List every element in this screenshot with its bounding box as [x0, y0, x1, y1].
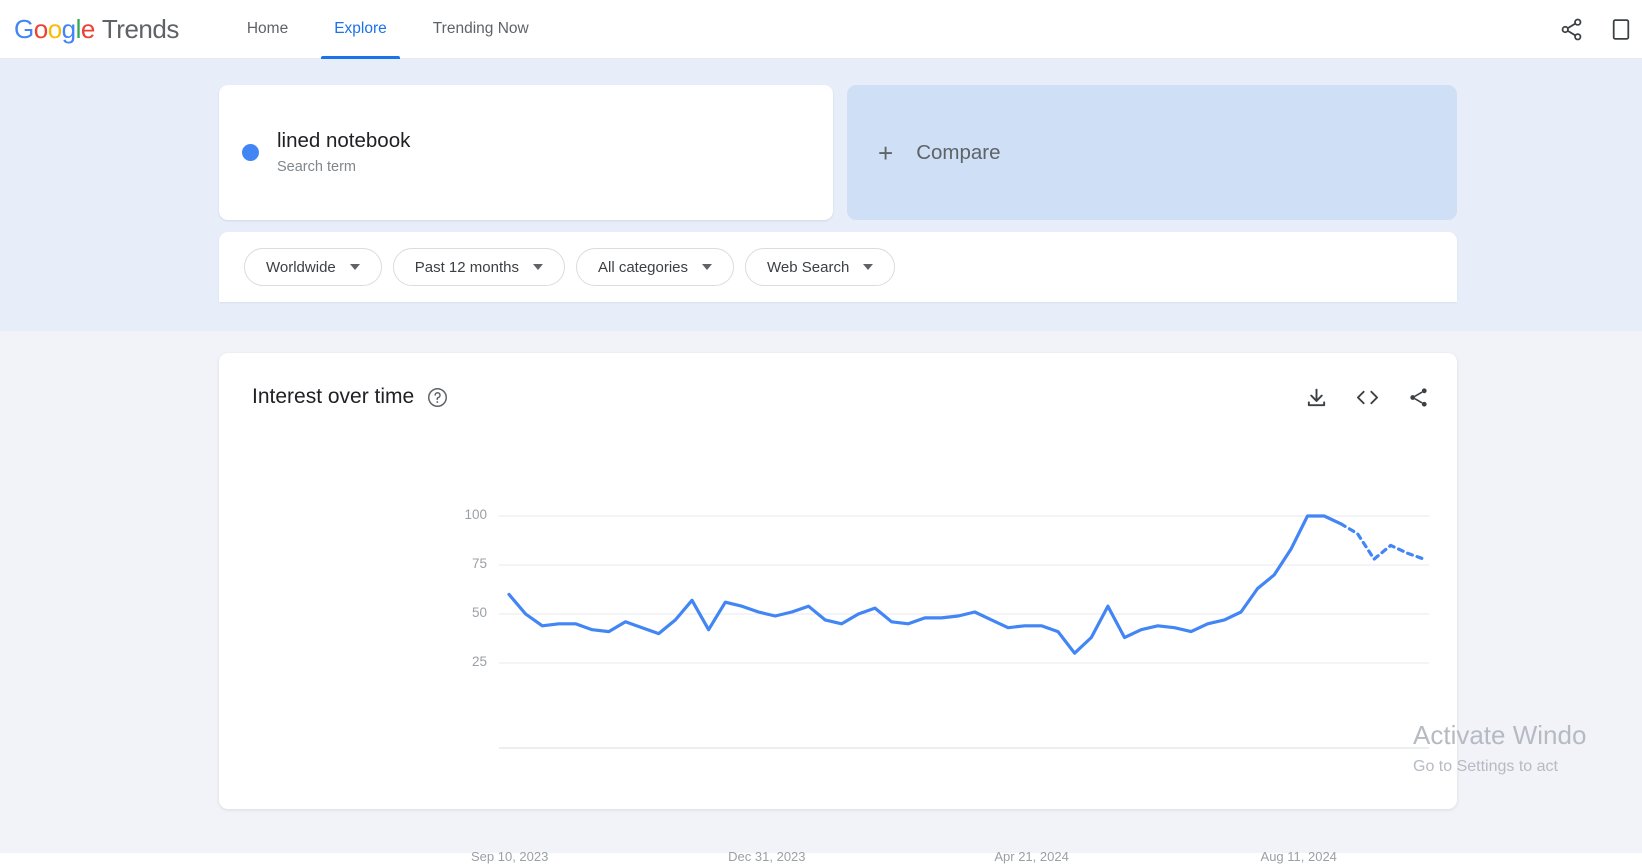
nav-item-explore[interactable]: Explore [321, 0, 400, 59]
plus-icon: + [878, 137, 894, 168]
y-axis-tick-75: 75 [471, 556, 487, 571]
search-term-card[interactable]: lined notebook Search term [219, 85, 833, 220]
nav-item-home-label: Home [246, 20, 289, 37]
filter-search-type[interactable]: Web Search [745, 248, 896, 286]
interest-over-time-plot[interactable]: 25 50 75 100 Sep 10, 2023 Dec 31, 2023 Apr 21… [219, 483, 1457, 864]
chart-header: Interest over time [252, 385, 1430, 409]
x-axis-tick-1: Dec 31, 2023 [728, 849, 806, 864]
google-trends-logo[interactable]: Google Trends [14, 14, 179, 45]
share-icon[interactable] [1407, 386, 1430, 409]
series-color-dot [242, 144, 259, 161]
share-icon[interactable] [1559, 17, 1584, 42]
compare-label: Compare [916, 140, 1001, 164]
plot-svg [499, 514, 1429, 749]
chart-action-icons [1305, 386, 1430, 409]
search-term-type: Search term [277, 159, 356, 175]
compare-button[interactable]: + Compare [847, 85, 1457, 220]
filter-location-label: Worldwide [266, 258, 336, 276]
x-axis-tick-0: Sep 10, 2023 [471, 849, 549, 864]
chevron-down-icon [702, 264, 713, 270]
filter-category-label: All categories [597, 258, 689, 276]
nav-item-explore-label: Explore [334, 20, 387, 37]
search-term-value: lined notebook [277, 129, 411, 152]
logo-product-name: Trends [101, 13, 179, 44]
nav-item-trending-now-label: Trending Now [432, 20, 529, 37]
y-axis-tick-25: 25 [471, 654, 487, 669]
y-axis-tick-50: 50 [471, 605, 487, 620]
filter-time-range[interactable]: Past 12 months [392, 248, 565, 286]
chevron-down-icon [863, 264, 874, 270]
interest-over-time-card: Interest over time 25 50 75 100 Sep 10, … [219, 353, 1457, 864]
filter-category[interactable]: All categories [575, 248, 735, 286]
query-row: lined notebook Search term + Compare [219, 85, 1457, 220]
chevron-down-icon [532, 264, 543, 270]
search-term-text: lined notebook Search term [277, 128, 410, 177]
y-axis-tick-100: 100 [464, 507, 487, 522]
x-axis-tick-3: Aug 11, 2024 [1260, 849, 1337, 864]
nav-item-home[interactable]: Home [234, 0, 301, 59]
filter-location[interactable]: Worldwide [244, 248, 382, 286]
embed-code-icon[interactable] [1355, 386, 1380, 409]
chevron-down-icon [349, 264, 360, 270]
chart-title: Interest over time [252, 385, 415, 408]
series-line-partial-data [1339, 522, 1426, 561]
gridlines [499, 515, 1429, 664]
series-line-lined-notebook [507, 514, 1343, 655]
filter-time-range-label: Past 12 months [414, 258, 519, 276]
x-axis-tick-2: Apr 21, 2024 [994, 849, 1069, 864]
download-icon[interactable] [1305, 386, 1328, 409]
google-wordmark: Google [14, 13, 95, 44]
primary-nav: Home Explore Trending Now [234, 0, 562, 59]
nav-item-trending-now[interactable]: Trending Now [420, 0, 542, 59]
top-navigation-bar: Google Trends Home Explore Trending Now [0, 0, 1642, 59]
filter-search-type-label: Web Search [767, 258, 850, 276]
nav-actions [1559, 0, 1632, 59]
help-circle-icon[interactable] [427, 387, 448, 408]
filter-bar: Worldwide Past 12 months All categories … [219, 232, 1457, 302]
overflow-icon[interactable] [1610, 17, 1632, 42]
